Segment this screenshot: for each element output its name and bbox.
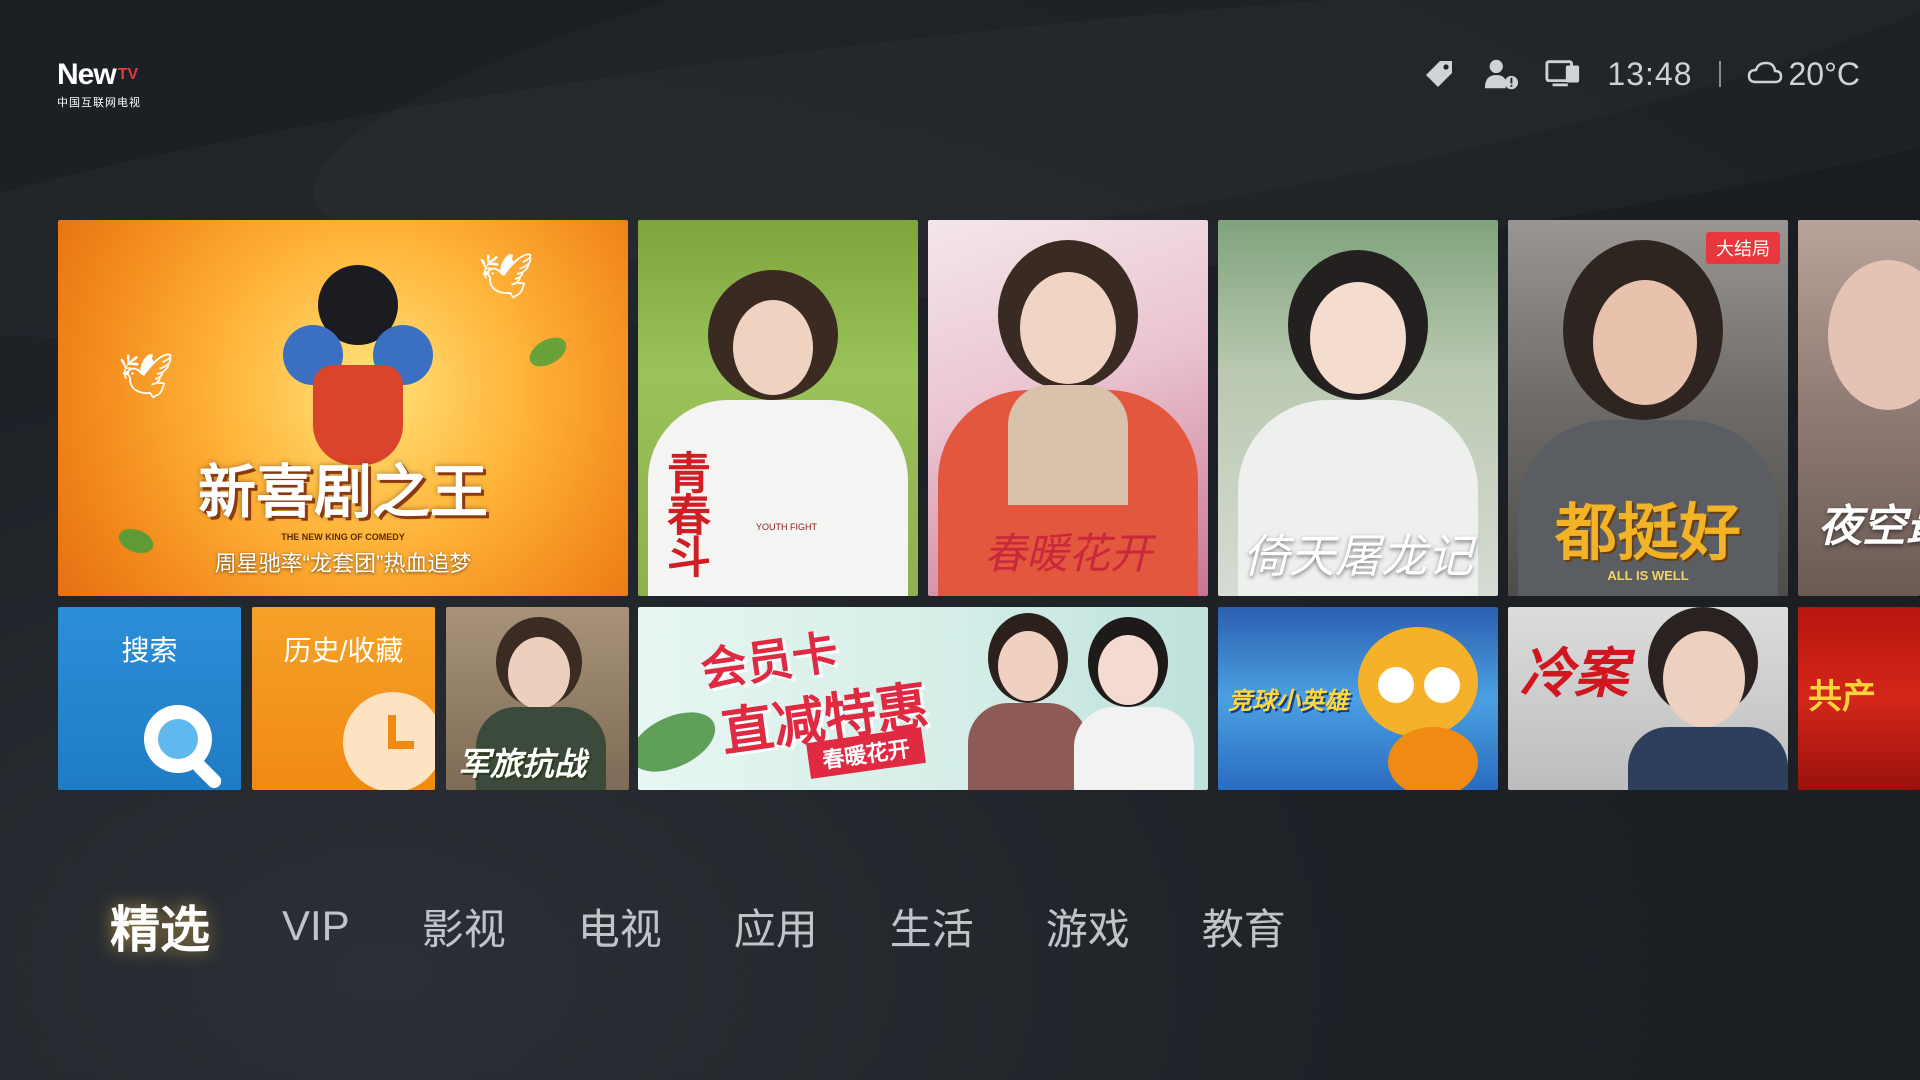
poster-figure [1074,707,1194,790]
tile-title: 军旅抗战 [458,746,587,782]
tile-subtitle-en: YOUTH FIGHT [756,522,817,532]
tag-icon[interactable] [1421,56,1457,92]
tile-title: 竞球小英雄 [1228,688,1348,715]
party-history-tile[interactable]: 共产 [1798,607,1920,790]
poster-figure [1310,282,1406,394]
monitor-icon[interactable] [1545,56,1581,92]
character-figure [283,265,433,465]
tile-title: 共产 [1808,678,1876,716]
poster-figure [508,637,570,709]
tile-title: 倚天屠龙记 [1243,529,1473,583]
poster-figure [1593,280,1697,405]
tile-title: 青春斗 [660,450,709,576]
weather: 20°C [1747,55,1861,93]
tab-movies[interactable]: 影视 [422,896,506,957]
tab-featured[interactable]: 精选 [110,890,210,962]
tile-title: 春暖花开 [983,529,1152,578]
cartoon-character [1378,667,1414,703]
tile-title: 新喜剧之王 [197,460,488,525]
cartoon-character [1358,627,1478,737]
search-icon [128,689,238,790]
user-alert-icon[interactable] [1483,56,1519,92]
tab-apps[interactable]: 应用 [734,896,818,957]
bird-icon: 🕊 [118,352,174,401]
tile-title: 夜空最亮 [1818,502,1920,551]
history-label: 历史/收藏 [283,635,404,666]
category-tabs: 精选 VIP 影视 电视 应用 生活 游戏 教育 [110,890,1358,962]
tile-caption: 周星驰率“龙套团”热血追梦 [214,551,472,576]
cartoon-character [1424,667,1460,703]
tab-vip[interactable]: VIP [282,902,350,950]
poster-tile-heaven-sword[interactable]: 倚天屠龙记 [1218,220,1498,596]
poster-figure [1008,385,1128,505]
military-drama-tile[interactable]: 军旅抗战 [446,607,629,790]
search-label: 搜索 [121,635,178,666]
tab-life[interactable]: 生活 [890,896,974,957]
poster-figure [1020,272,1116,384]
clock-time: 13:48 [1607,55,1693,92]
poster-tile-all-is-well[interactable]: 大结局 都挺好 ALL IS WELL [1508,220,1788,596]
leaf-icon [524,331,572,373]
leaf-decor [638,700,725,784]
logo-subtitle: 中国互联网电视 [57,97,141,109]
poster-tile-youth-fight[interactable]: 青春斗 YOUTH FIGHT [638,220,918,596]
poster-figure [998,631,1058,701]
tab-tv[interactable]: 电视 [578,896,662,957]
clock-icon [338,687,435,790]
vip-card-promo-banner[interactable]: 会员卡 直减特惠 春暖花开 [638,607,1208,790]
cloud-icon [1747,56,1783,93]
poster-figure [1098,635,1158,705]
poster-figure [733,300,813,395]
search-tile[interactable]: 搜索 [58,607,241,790]
cold-case-drama-tile[interactable]: 冷案 [1508,607,1788,790]
tile-title: 冷案 [1520,644,1628,704]
tab-games[interactable]: 游戏 [1046,896,1130,957]
poster-figure [1663,631,1745,727]
feature-tile-new-king-of-comedy[interactable]: 🕊 🕊 新喜剧之王 THE NEW KING OF COMEDY 周星驰率“龙套… [58,220,628,596]
brand-logo: New TV 中国互联网电视 [57,60,141,110]
status-bar: 13:48 20°C [1421,52,1860,96]
tile-title: 都挺好 [1554,499,1741,568]
kids-cartoon-tile[interactable]: 竞球小英雄 [1218,607,1498,790]
poster-figure [968,703,1088,790]
status-divider [1718,61,1721,87]
tab-education[interactable]: 教育 [1202,896,1286,957]
finale-badge: 大结局 [1706,232,1780,264]
poster-tile-spring-blossom[interactable]: 春暖花开 [928,220,1208,596]
tile-subtitle-en: ALL IS WELL [1607,568,1689,583]
poster-figure [1628,727,1788,790]
temperature: 20°C [1788,55,1861,92]
tile-subtitle-en: THE NEW KING OF COMEDY [281,532,405,542]
poster-tile-brightest-night[interactable]: 夜空最亮 [1798,220,1920,596]
poster-figure [1828,260,1920,410]
bird-icon: 🕊 [478,252,534,301]
history-favorites-tile[interactable]: 历史/收藏 [252,607,435,790]
cartoon-character [1388,727,1478,790]
logo-text: New TV [57,58,139,91]
